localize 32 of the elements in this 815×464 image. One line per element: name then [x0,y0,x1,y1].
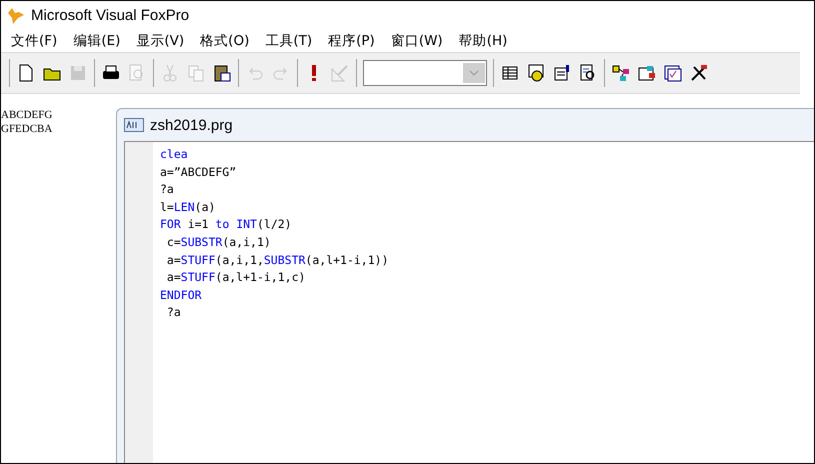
code-line: c=SUBSTR(a,i,1) [166,234,272,251]
menu-item[interactable]: 程序(P) [320,32,383,50]
menu-item[interactable]: 窗口(W) [382,32,451,50]
menu-item[interactable]: 显示(V) [128,32,192,50]
code-line: ?a [166,304,182,322]
code-line: a=STUFF(a,l+1-i,1,c) [166,269,306,286]
code-line: ENDFOR [160,286,203,304]
menu-item[interactable]: 帮助(H) [450,32,516,50]
database-icon[interactable] [526,63,546,83]
text-file-icon [124,118,144,132]
menu-item[interactable]: 格式(O) [192,32,258,50]
properties-icon[interactable] [552,63,572,83]
menu-item[interactable]: 工具(T) [257,32,320,50]
output-text: GFEDCBA [1,122,54,136]
code-line: ?a [160,181,175,198]
checklist-window-icon[interactable] [663,63,683,83]
form-icon[interactable] [637,63,657,83]
code-line: a=”ABCDEFG” [160,164,238,181]
code-line: clea [160,146,189,163]
clipboard-icon[interactable] [212,63,232,83]
chevron-down-icon [469,70,479,76]
fox-logo-icon [7,6,25,24]
dropdown-field[interactable] [363,60,487,86]
linked-nodes-icon[interactable] [611,63,631,83]
output-text: ABCDEFG [1,108,54,122]
code-line: FOR i=1 to INT(l/2) [160,216,293,234]
code-line: l=LEN(a) [160,198,216,216]
menu-item[interactable]: 文件(F) [3,32,66,50]
code-line: a=STUFF(a,i,1,SUBSTR(a,l+1-i,1)) [166,252,389,269]
window-title: Microsoft Visual FoxPro [31,7,190,24]
editor-title: zsh2019.prg [150,116,233,134]
menu-item[interactable]: 编辑(E) [65,32,128,50]
